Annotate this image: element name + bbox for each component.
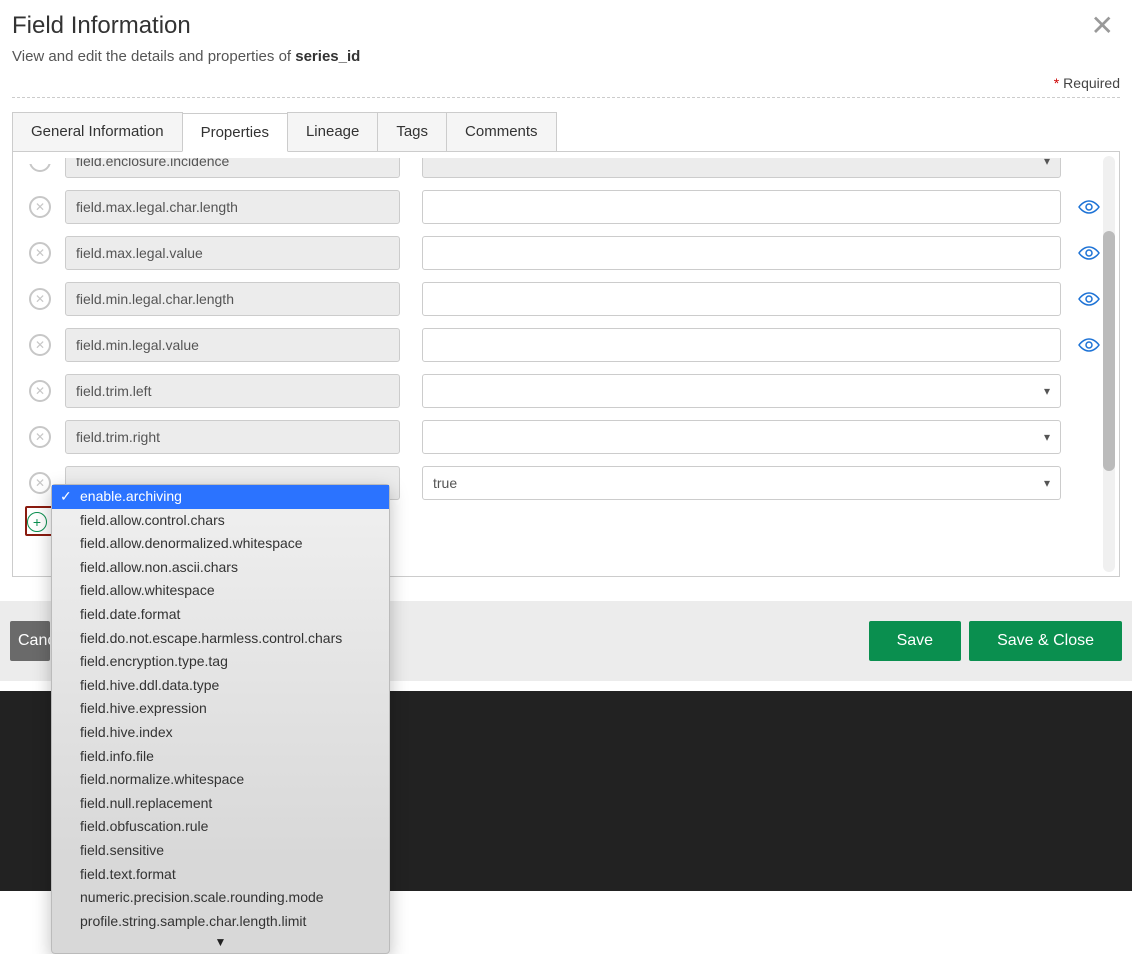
property-name-field[interactable]: field.min.legal.char.length (65, 282, 400, 316)
required-star-icon: * (1054, 75, 1059, 91)
scrollbar-thumb[interactable] (1103, 231, 1115, 471)
dropdown-option[interactable]: field.null.replacement (52, 792, 389, 816)
visibility-eye-icon[interactable] (1075, 337, 1103, 353)
dropdown-option[interactable]: field.hive.ddl.data.type (52, 674, 389, 698)
dropdown-option[interactable]: field.date.format (52, 603, 389, 627)
subtitle-fieldname: series_id (295, 48, 360, 65)
cancel-button[interactable]: Cancel (10, 621, 50, 661)
dropdown-option[interactable]: field.allow.non.ascii.chars (52, 556, 389, 580)
dropdown-option[interactable]: enable.archiving (52, 485, 389, 509)
save-button[interactable]: Save (869, 621, 961, 661)
subtitle-prefix: View and edit the details and properties… (12, 48, 295, 65)
dropdown-option[interactable]: field.do.not.escape.harmless.control.cha… (52, 627, 389, 651)
dropdown-option[interactable]: field.allow.denormalized.whitespace (52, 532, 389, 556)
property-name-field[interactable]: field.max.legal.value (65, 236, 400, 270)
property-name-field[interactable]: field.enclosure.incidence (65, 144, 400, 178)
close-icon[interactable]: ✕ (1085, 12, 1120, 40)
dropdown-option[interactable]: profile.string.sample.char.length.limit (52, 910, 389, 934)
delete-property-button[interactable]: ✕ (29, 288, 51, 310)
property-name-field[interactable]: field.trim.right (65, 420, 400, 454)
property-value-input[interactable] (422, 236, 1061, 270)
delete-property-button[interactable]: ✕ (29, 150, 51, 172)
dropdown-option[interactable]: field.info.file (52, 745, 389, 769)
dropdown-option[interactable]: field.hive.index (52, 721, 389, 745)
delete-property-button[interactable]: ✕ (29, 196, 51, 218)
dropdown-option[interactable]: numeric.precision.scale.rounding.mode (52, 886, 389, 910)
dropdown-option[interactable]: field.allow.control.chars (52, 509, 389, 533)
property-row: ✕ field.trim.right (29, 420, 1103, 454)
property-name-dropdown[interactable]: enable.archivingfield.allow.control.char… (51, 484, 390, 954)
delete-property-button[interactable]: ✕ (29, 334, 51, 356)
property-row: ✕ field.max.legal.value (29, 236, 1103, 270)
header-row: Field Information ✕ (12, 12, 1120, 48)
property-row: ✕ field.min.legal.char.length (29, 282, 1103, 316)
property-value-select[interactable] (422, 144, 1061, 178)
dropdown-option[interactable]: field.normalize.whitespace (52, 768, 389, 792)
scrollbar-track[interactable] (1103, 156, 1115, 572)
property-name-field[interactable]: field.min.legal.value (65, 328, 400, 362)
dropdown-option[interactable]: field.obfuscation.rule (52, 815, 389, 839)
dropdown-option[interactable]: field.hive.expression (52, 697, 389, 721)
visibility-eye-icon[interactable] (1075, 245, 1103, 261)
delete-property-button[interactable]: ✕ (29, 472, 51, 494)
property-row: ✕ field.min.legal.value (29, 328, 1103, 362)
required-indicator: * Required (12, 75, 1120, 91)
property-row: ✕ field.enclosure.incidence (29, 144, 1103, 178)
visibility-eye-icon[interactable] (1075, 199, 1103, 215)
modal-subtitle: View and edit the details and properties… (12, 48, 1120, 65)
property-row: ✕ field.trim.left (29, 374, 1103, 408)
dropdown-option[interactable]: field.encryption.type.tag (52, 650, 389, 674)
visibility-eye-icon[interactable] (1075, 291, 1103, 307)
property-value-select[interactable]: true (422, 466, 1061, 500)
save-and-close-button[interactable]: Save & Close (969, 621, 1122, 661)
divider (12, 97, 1120, 98)
property-row: ✕ field.max.legal.char.length (29, 190, 1103, 224)
delete-property-button[interactable]: ✕ (29, 426, 51, 448)
modal-title: Field Information (12, 12, 191, 40)
delete-property-button[interactable]: ✕ (29, 242, 51, 264)
property-value-input[interactable] (422, 190, 1061, 224)
property-value-select[interactable] (422, 420, 1061, 454)
dropdown-option[interactable]: field.allow.whitespace (52, 579, 389, 603)
plus-icon: + (27, 512, 47, 532)
required-label: Required (1063, 75, 1120, 91)
dropdown-option[interactable]: field.sensitive (52, 839, 389, 863)
property-value-select[interactable] (422, 374, 1061, 408)
property-name-field[interactable]: field.trim.left (65, 374, 400, 408)
property-value-input[interactable] (422, 328, 1061, 362)
property-name-field[interactable]: field.max.legal.char.length (65, 190, 400, 224)
dropdown-option[interactable]: field.text.format (52, 863, 389, 887)
delete-property-button[interactable]: ✕ (29, 380, 51, 402)
dropdown-more-icon[interactable]: ▼ (52, 933, 389, 949)
property-value-input[interactable] (422, 282, 1061, 316)
